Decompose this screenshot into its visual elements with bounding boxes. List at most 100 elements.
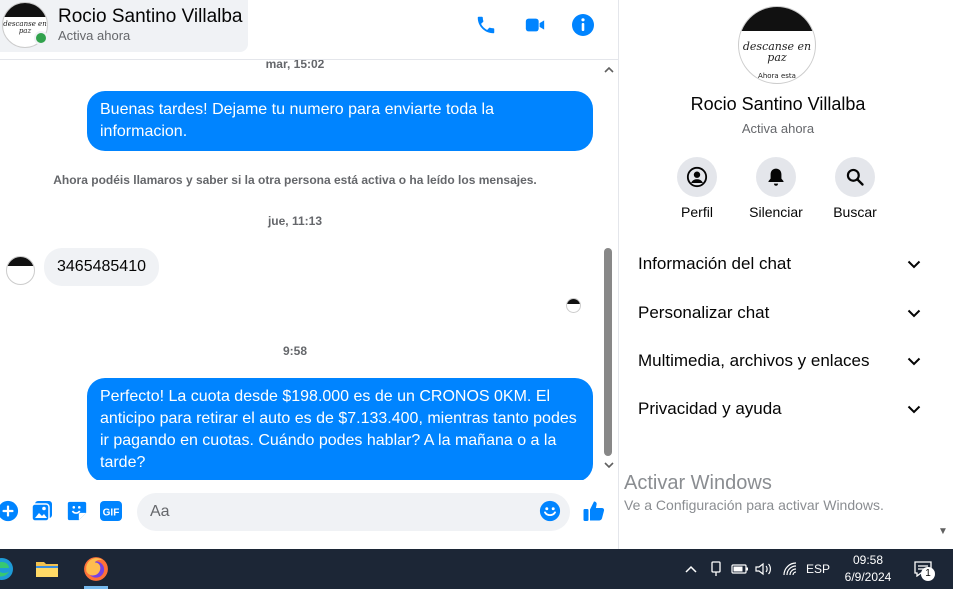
notification-count-badge: 1 — [921, 567, 935, 581]
section-chat-info[interactable]: Información del chat — [629, 242, 929, 286]
contact-chip[interactable]: descanse en paz Rocio Santino Villalba A… — [0, 0, 248, 52]
chevron-down-icon — [907, 405, 921, 413]
avatar-band — [7, 257, 34, 266]
timestamp: jue, 11:13 — [267, 214, 323, 228]
contact-status: Activa ahora — [58, 28, 131, 43]
show-hidden-icons-button[interactable] — [683, 559, 699, 579]
svg-text:GIF: GIF — [103, 508, 120, 519]
device-tray-button[interactable] — [707, 559, 725, 579]
profile-icon-wrap — [677, 157, 717, 197]
section-label: Multimedia, archivos y enlaces — [638, 351, 870, 370]
avatar-band — [739, 7, 815, 31]
chat-pane: descanse en paz Rocio Santino Villalba A… — [0, 0, 618, 549]
chat-header: descanse en paz Rocio Santino Villalba A… — [0, 0, 618, 60]
audio-call-button[interactable] — [473, 12, 499, 38]
gif-icon: GIF — [100, 501, 122, 521]
edge-browser-button[interactable] — [0, 555, 16, 583]
volume-button[interactable] — [754, 559, 774, 579]
avatar-band — [567, 299, 580, 304]
search-icon — [846, 168, 864, 186]
profile-avatar[interactable]: descanse en paz Ahora esta — [738, 6, 816, 84]
activate-windows-title: Activar Windows — [624, 472, 772, 494]
firefox-icon — [84, 557, 108, 581]
conversation-details-pane: descanse en paz Ahora esta Rocio Santino… — [618, 0, 953, 549]
profile-name: Rocio Santino Villalba — [690, 94, 866, 114]
chevron-down-icon — [907, 309, 921, 317]
input-language-button[interactable]: ESP — [804, 559, 832, 579]
timestamp: mar, 15:02 — [265, 60, 325, 71]
speaker-icon — [755, 562, 771, 576]
video-call-button[interactable] — [522, 12, 548, 38]
online-status-dot — [34, 31, 48, 45]
contact-name[interactable]: Rocio Santino Villalba — [58, 6, 243, 28]
section-customize-chat[interactable]: Personalizar chat — [629, 291, 929, 335]
message-list[interactable]: mar, 15:02 Buenas tardes! Dejame tu nume… — [0, 60, 600, 480]
message-bubble-outgoing[interactable]: Perfecto! La cuota desde $198.000 es de … — [87, 378, 593, 480]
mute-button-label: Silenciar — [749, 204, 803, 220]
scroll-down-arrow-icon[interactable] — [604, 462, 614, 468]
chevron-down-icon — [907, 357, 921, 365]
photo-gallery-icon — [31, 501, 52, 522]
emoji-button[interactable] — [538, 499, 562, 523]
timestamp: 9:58 — [282, 344, 308, 358]
file-explorer-button[interactable] — [33, 555, 61, 583]
more-actions-button[interactable] — [0, 499, 20, 523]
profile-icon — [686, 166, 708, 188]
attach-photo-button[interactable] — [30, 499, 54, 523]
section-label: Información del chat — [638, 254, 792, 273]
edge-icon — [0, 558, 13, 580]
sticker-button[interactable] — [65, 499, 89, 523]
section-label: Personalizar chat — [638, 303, 770, 322]
scrollbar-thumb[interactable] — [604, 248, 612, 456]
scroll-down-arrow-icon[interactable]: ▼ — [938, 526, 948, 537]
profile-button[interactable]: Perfil — [657, 157, 737, 220]
system-note: Ahora podéis llamaros y saber si la otra… — [53, 173, 537, 187]
plus-circle-icon — [0, 500, 19, 522]
emoji-icon — [539, 500, 561, 522]
video-camera-icon — [525, 18, 545, 32]
phone-icon — [477, 16, 495, 34]
chevron-up-icon — [685, 565, 697, 573]
bell-icon — [768, 168, 784, 186]
composer: GIF — [0, 486, 618, 538]
wifi-icon — [783, 562, 797, 576]
section-media-files-links[interactable]: Multimedia, archivos y enlaces — [629, 339, 929, 383]
avatar-small-caption: Ahora esta — [758, 72, 796, 80]
search-button-label: Buscar — [833, 204, 877, 220]
clock-date: 6/9/2024 — [844, 570, 892, 584]
info-icon — [572, 14, 594, 36]
battery-icon — [731, 564, 748, 574]
sticker-icon — [67, 501, 87, 521]
gif-button[interactable]: GIF — [99, 499, 123, 523]
folder-icon — [36, 562, 58, 577]
message-input[interactable] — [137, 493, 570, 531]
clock[interactable]: 09:58 6/9/2024 — [836, 552, 900, 586]
mute-button[interactable]: Silenciar — [736, 157, 816, 220]
search-button[interactable]: Buscar — [815, 157, 895, 220]
conversation-info-button[interactable] — [570, 12, 596, 38]
sender-avatar[interactable] — [6, 256, 35, 285]
search-icon-wrap — [835, 157, 875, 197]
seen-receipt-avatar — [566, 298, 581, 313]
profile-button-label: Perfil — [681, 204, 713, 220]
bell-icon-wrap — [756, 157, 796, 197]
clock-time: 09:58 — [852, 553, 884, 567]
like-button[interactable] — [582, 499, 606, 523]
section-privacy-support[interactable]: Privacidad y ayuda — [629, 387, 929, 431]
message-bubble-outgoing[interactable]: Buenas tardes! Dejame tu numero para env… — [87, 91, 593, 151]
message-bubble-incoming[interactable]: 3465485410 — [44, 248, 159, 286]
avatar-band — [3, 3, 47, 17]
avatar-caption: descanse en paz — [742, 40, 812, 64]
notifications-button[interactable]: 1 — [909, 559, 937, 581]
profile-status: Activa ahora — [741, 121, 815, 136]
section-label: Privacidad y ayuda — [638, 399, 782, 418]
firefox-button[interactable] — [82, 555, 110, 583]
activate-windows-subtitle: Ve a Configuración para activar Windows. — [624, 497, 884, 513]
taskbar: ESP 09:58 6/9/2024 1 — [0, 549, 953, 589]
battery-button[interactable] — [730, 559, 750, 579]
chevron-down-icon — [907, 260, 921, 268]
usb-device-icon — [711, 561, 721, 576]
scroll-up-arrow-icon[interactable] — [604, 67, 614, 73]
thumbs-up-icon — [583, 501, 605, 521]
network-button[interactable] — [780, 559, 800, 579]
